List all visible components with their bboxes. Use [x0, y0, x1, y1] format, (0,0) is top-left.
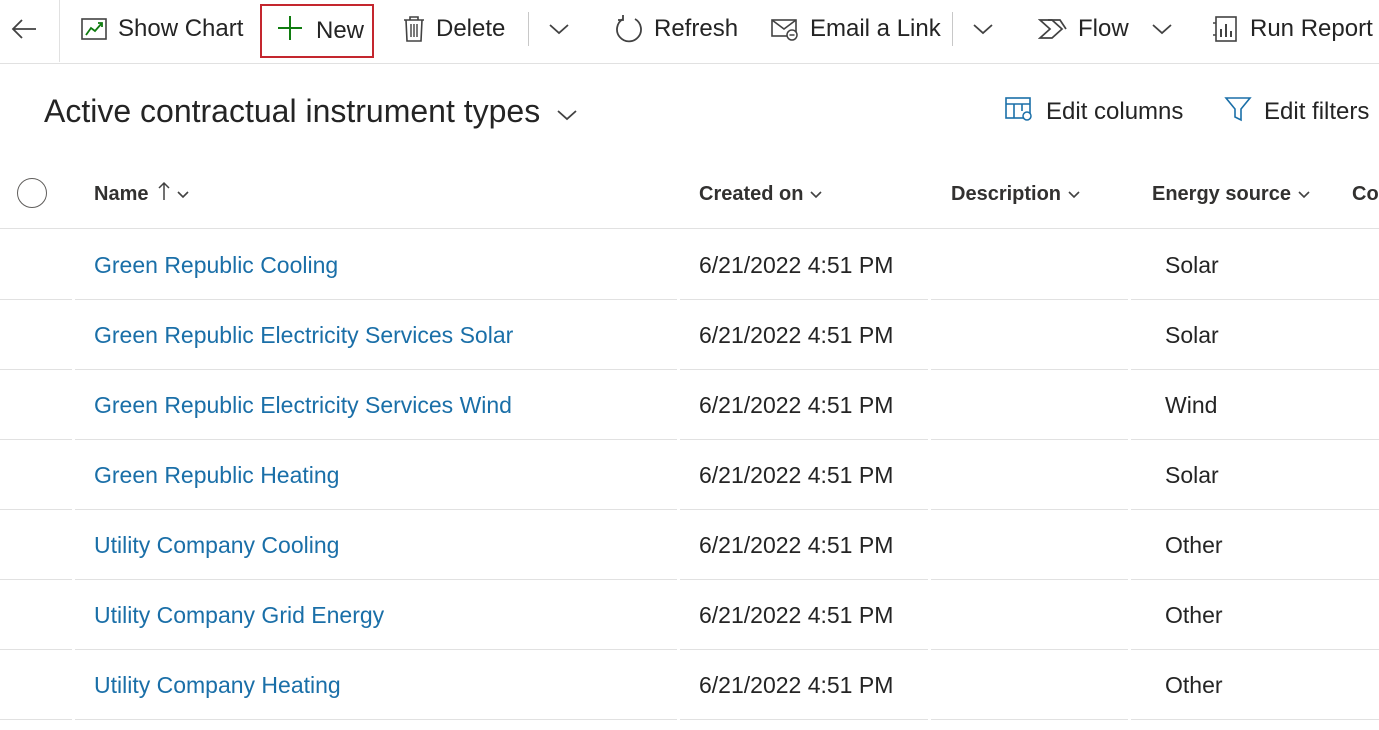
arrow-left-icon [10, 17, 38, 41]
chevron-down-icon [1297, 183, 1311, 206]
energy-source-cell: Solar [1165, 251, 1219, 278]
energy-source-cell: Other [1165, 601, 1223, 628]
column-header-label: Description [951, 182, 1062, 205]
record-name-link[interactable]: Utility Company Heating [94, 650, 341, 720]
column-header-description[interactable]: Description [951, 170, 1081, 218]
chevron-down-icon[interactable] [1151, 22, 1173, 36]
refresh-label: Refresh [654, 15, 739, 42]
view-selector[interactable]: Active contractual instrument types [44, 88, 578, 134]
divider [528, 12, 529, 46]
new-button[interactable]: New [260, 4, 374, 58]
created-on-cell: 6/21/2022 4:51 PM [699, 391, 894, 418]
created-on-cell: 6/21/2022 4:51 PM [699, 251, 894, 278]
chevron-down-icon [176, 183, 190, 206]
run-report-button[interactable]: Run Report [1212, 0, 1373, 58]
column-header-label: Energy source [1152, 182, 1291, 205]
command-bar: Show Chart New Delete Refresh Email a Li… [0, 0, 1379, 64]
energy-source-cell: Solar [1165, 321, 1219, 348]
divider [0, 228, 1379, 229]
created-on-cell: 6/21/2022 4:51 PM [699, 601, 894, 628]
edit-columns-label: Edit columns [1046, 98, 1184, 125]
column-header-next[interactable]: Co [1352, 170, 1379, 218]
record-name-link[interactable]: Utility Company Cooling [94, 510, 339, 580]
record-name-link[interactable]: Green Republic Cooling [94, 230, 338, 300]
table-row[interactable]: Utility Company Cooling 6/21/2022 4:51 P… [0, 510, 1379, 580]
flow-label: Flow [1078, 15, 1129, 42]
email-link-icon [770, 16, 800, 42]
plus-icon [276, 14, 304, 49]
energy-source-cell: Wind [1165, 391, 1218, 418]
edit-columns-button[interactable]: Edit columns [1004, 94, 1183, 130]
chart-icon [80, 16, 108, 42]
delete-button[interactable]: Delete [402, 0, 505, 58]
edit-filters-label: Edit filters [1264, 98, 1370, 125]
edit-filters-button[interactable]: Edit filters [1224, 94, 1369, 130]
column-header-label: Name [94, 182, 149, 205]
chevron-down-icon [1067, 183, 1081, 206]
chevron-down-icon [972, 22, 994, 36]
created-on-cell: 6/21/2022 4:51 PM [699, 671, 894, 698]
energy-source-cell: Other [1165, 671, 1223, 698]
column-header-created-on[interactable]: Created on [699, 170, 823, 218]
created-on-cell: 6/21/2022 4:51 PM [699, 321, 894, 348]
page-title: Active contractual instrument types [44, 92, 541, 129]
flow-icon [1038, 16, 1068, 42]
table-row[interactable]: Green Republic Heating 6/21/2022 4:51 PM… [0, 440, 1379, 510]
select-all-checkbox[interactable] [17, 178, 47, 208]
column-header-name[interactable]: Name [94, 170, 190, 218]
show-chart-button[interactable]: Show Chart [80, 0, 243, 58]
record-name-link[interactable]: Green Republic Heating [94, 440, 339, 510]
show-chart-label: Show Chart [118, 15, 244, 42]
columns-icon [1004, 95, 1034, 130]
created-on-cell: 6/21/2022 4:51 PM [699, 531, 894, 558]
divider [59, 0, 60, 62]
flow-button[interactable]: Flow [1038, 0, 1173, 58]
energy-source-cell: Other [1165, 531, 1223, 558]
table-row[interactable]: Utility Company Heating 6/21/2022 4:51 P… [0, 650, 1379, 720]
email-more-dropdown[interactable] [972, 0, 994, 58]
new-label: New [316, 17, 365, 44]
record-name-link[interactable]: Utility Company Grid Energy [94, 580, 384, 650]
column-header-energy-source[interactable]: Energy source [1152, 170, 1311, 218]
table-row[interactable]: Green Republic Cooling 6/21/2022 4:51 PM… [0, 230, 1379, 300]
chevron-down-icon [809, 183, 823, 206]
table-row[interactable]: Utility Company Grid Energy 6/21/2022 4:… [0, 580, 1379, 650]
run-report-label: Run Report [1250, 15, 1373, 42]
report-icon [1212, 15, 1240, 43]
delete-label: Delete [436, 15, 506, 42]
trash-icon [402, 15, 426, 43]
chevron-down-icon [556, 93, 578, 130]
delete-more-dropdown[interactable] [548, 0, 570, 58]
energy-source-cell: Solar [1165, 461, 1219, 488]
divider [952, 12, 953, 46]
back-button[interactable] [10, 0, 38, 58]
chevron-down-icon [548, 22, 570, 36]
refresh-button[interactable]: Refresh [614, 0, 738, 58]
record-name-link[interactable]: Green Republic Electricity Services Wind [94, 370, 512, 440]
sort-ascending-icon [158, 181, 171, 207]
table-row[interactable]: Green Republic Electricity Services Sola… [0, 300, 1379, 370]
column-header-label: Co [1352, 182, 1379, 205]
filter-icon [1224, 95, 1252, 130]
record-name-link[interactable]: Green Republic Electricity Services Sola… [94, 300, 513, 370]
email-link-label: Email a Link [810, 15, 941, 42]
table-row[interactable]: Green Republic Electricity Services Wind… [0, 370, 1379, 440]
email-link-button[interactable]: Email a Link [770, 0, 941, 58]
column-header-label: Created on [699, 182, 804, 205]
created-on-cell: 6/21/2022 4:51 PM [699, 461, 894, 488]
refresh-icon [614, 14, 644, 44]
